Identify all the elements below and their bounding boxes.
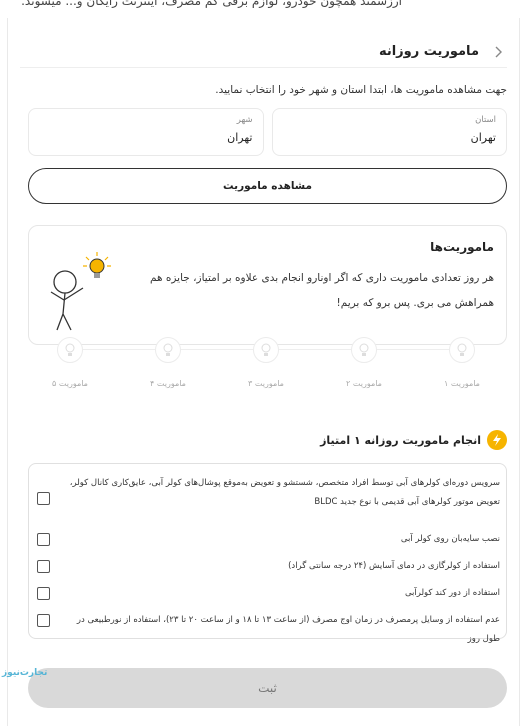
checklist-checkbox[interactable]	[37, 587, 50, 600]
checklist-checkbox[interactable]	[37, 492, 50, 505]
missions-card-text: هر روز تعدادی ماموریت داری که اگر اونارو…	[150, 272, 494, 309]
step-1-bulb-icon	[449, 337, 475, 363]
checklist-checkbox[interactable]	[37, 560, 50, 573]
back-button[interactable]	[489, 43, 507, 61]
step-3-bulb-icon	[253, 337, 279, 363]
step-label: ماموریت ۱	[444, 379, 480, 388]
city-label: شهر	[236, 115, 253, 125]
view-missions-button[interactable]: مشاهده ماموریت	[28, 168, 507, 204]
daily-mission-page: ماموریت روزانه جهت مشاهده ماموریت ها، اب…	[7, 18, 520, 726]
step-label: ماموریت ۲	[346, 379, 382, 388]
city-value: تهران	[227, 131, 253, 144]
step-5-bulb-icon	[57, 337, 83, 363]
intro-text: جهت مشاهده ماموریت ها، ابتدا استان و شهر…	[215, 84, 507, 96]
province-select[interactable]: استان تهران	[271, 108, 507, 156]
checklist-item: استفاده از دور کند کولرآبی	[404, 588, 500, 598]
checklist-item: عدم استفاده از وسایل پرمصرف در زمان اوج …	[76, 615, 500, 644]
submit-button[interactable]: ثبت	[28, 668, 507, 708]
mission-steps: ماموریت ۱ ماموریت ۲ ماموریت ۳ ماموریت ۴ …	[48, 325, 480, 388]
location-selectors: استان تهران شهر تهران	[28, 108, 507, 156]
step-label: ماموریت ۳	[248, 379, 284, 388]
checklist-item: نصب سایه‌بان روی کولر آبی	[400, 534, 500, 544]
task-header: انجام ماموریت روزانه ۱ امتیاز	[320, 430, 507, 450]
task-checklist: سرویس دوره‌ای کولرهای آبی توسط افراد متخ…	[28, 463, 507, 644]
watermark-logo: تجارت‌نیوز	[2, 668, 48, 678]
step-label: ماموریت ۴	[150, 379, 186, 388]
page-header: ماموریت روزانه	[20, 36, 507, 68]
province-value: تهران	[470, 131, 496, 144]
city-select[interactable]: شهر تهران	[28, 108, 264, 156]
chevron-right-icon	[495, 46, 502, 57]
step-label: ماموریت ۵	[52, 379, 88, 388]
checklist-checkbox[interactable]	[37, 614, 50, 627]
checklist-item: استفاده از کولرگازی در دمای آسایش (۲۴ در…	[288, 561, 500, 571]
page-title: ماموریت روزانه	[378, 44, 479, 59]
missions-card-title: ماموریت‌ها	[430, 240, 494, 254]
lightning-icon	[487, 430, 507, 450]
page-intro-text: ارزشمند همچون خودرو، لوازم برقی کم مصرف،…	[21, 0, 402, 8]
province-label: استان	[475, 115, 496, 125]
step-4-bulb-icon	[155, 337, 181, 363]
idea-figure-illustration	[39, 242, 119, 332]
step-2-bulb-icon	[351, 337, 377, 363]
checklist-checkbox[interactable]	[37, 533, 50, 546]
task-title: انجام ماموریت روزانه ۱ امتیاز	[320, 433, 481, 447]
checklist-item: سرویس دوره‌ای کولرهای آبی توسط افراد متخ…	[69, 478, 500, 507]
